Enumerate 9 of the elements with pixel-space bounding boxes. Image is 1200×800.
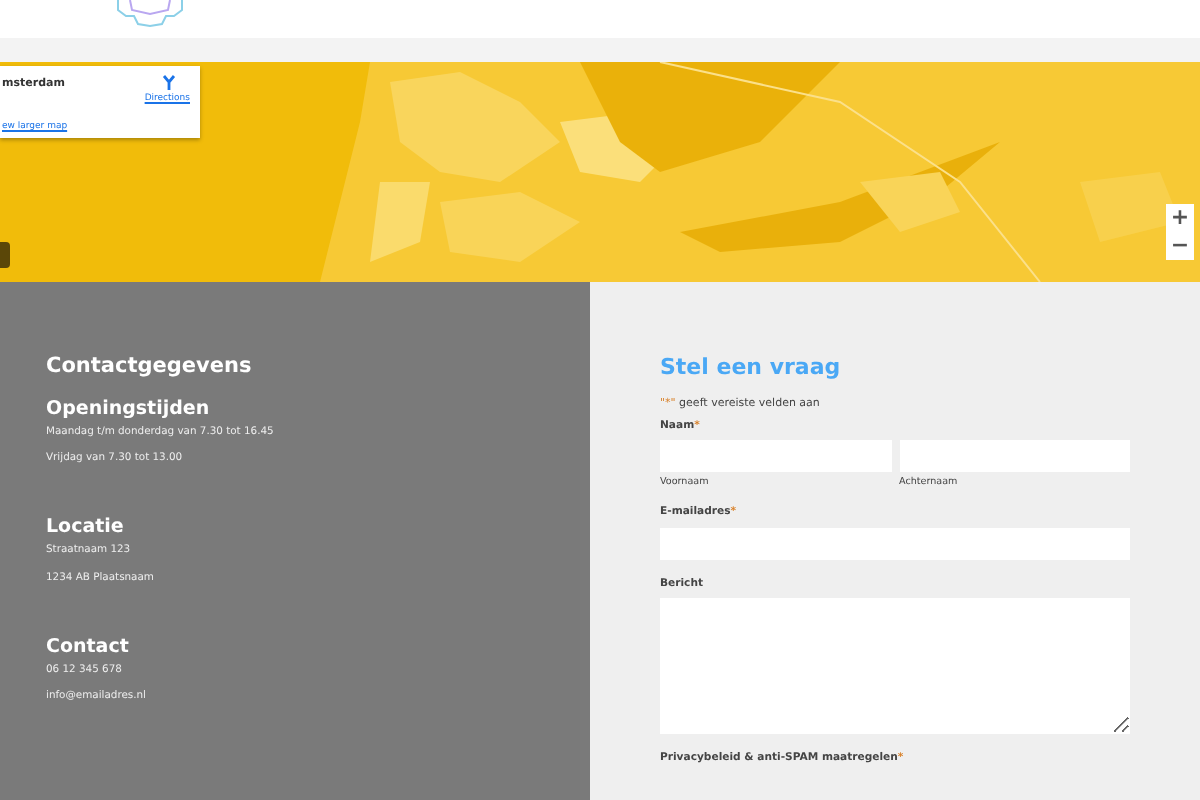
section-heading: Contact — [46, 635, 131, 658]
section-heading: Locatie — [46, 516, 126, 539]
message-field[interactable] — [660, 598, 1130, 735]
section-heading: Openingstijden — [46, 397, 212, 420]
form-title: Stel een vraag — [660, 354, 843, 381]
street-view-control[interactable] — [0, 242, 10, 268]
directions-icon[interactable] — [162, 74, 176, 90]
gear-logo-icon — [114, 0, 186, 28]
section-title: Contactgegevens — [46, 354, 254, 380]
